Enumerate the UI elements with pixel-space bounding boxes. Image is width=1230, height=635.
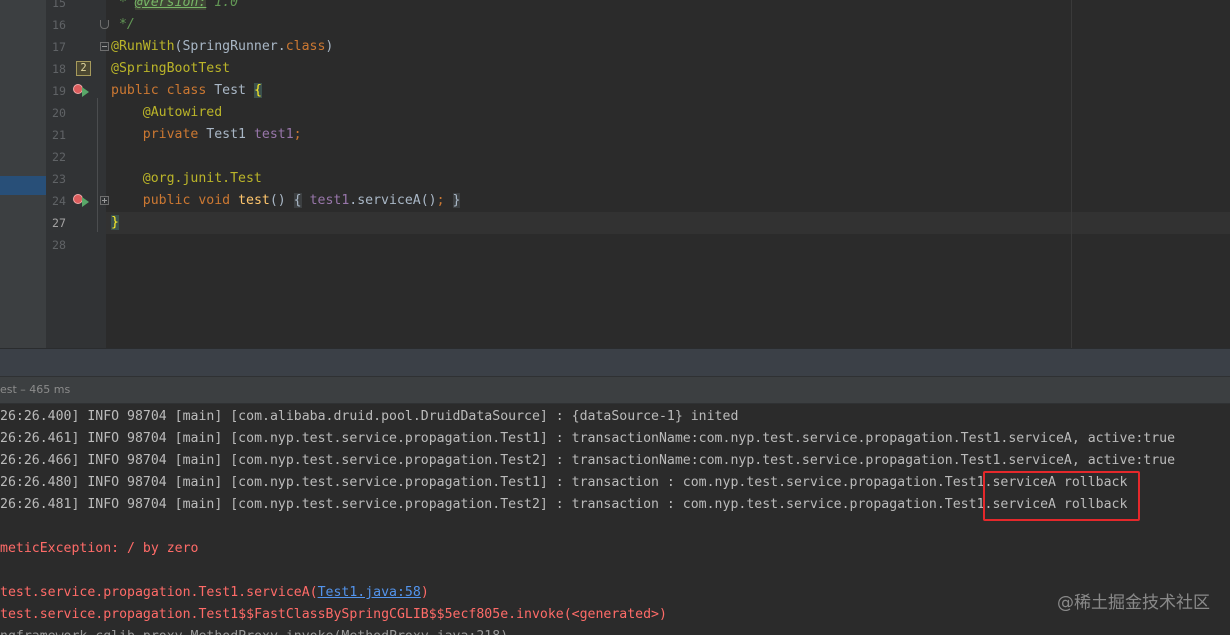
console-log-line: 26:26.461] INFO 98704 [main] [com.nyp.te… [0, 431, 1176, 446]
code-line-17: @RunWith(SpringRunner.class) [111, 36, 1061, 58]
brace-open-matched: { [253, 83, 262, 98]
class-modifiers: public class [111, 83, 207, 98]
code-line-20: @Autowired [111, 102, 1061, 124]
source-file-link[interactable]: Test1.java:58 [318, 585, 421, 600]
play-icon [82, 197, 89, 207]
method-parens: () [269, 193, 286, 208]
editor-text-area[interactable]: * @version: 1.0 */ @RunWith(SpringRunner… [111, 0, 1061, 256]
field-name: test1 [253, 127, 294, 142]
javadoc-version-tag: @version: [134, 0, 207, 10]
line-number: 18 [52, 62, 66, 76]
project-tool-window [0, 0, 46, 348]
code-line-27: } [111, 212, 1061, 234]
semicolon: ; [436, 193, 445, 208]
line-number: 19 [52, 84, 66, 98]
line-number: 22 [52, 150, 66, 164]
fold-outline [97, 98, 98, 232]
code-line-16: */ [111, 14, 1061, 36]
stack-frame-text: test.service.propagation.Test1.serviceA( [0, 585, 318, 600]
fold-expand-icon[interactable] [100, 196, 109, 205]
code-editor-pane: 15 16 17 18 19 20 21 22 23 24 27 28 2 * … [0, 0, 1230, 348]
bookmark-mnemonic-icon[interactable]: 2 [76, 61, 91, 76]
right-margin-guide [1071, 0, 1072, 348]
annotation-springboottest: @SpringBootTest [111, 61, 231, 76]
field-type: Test1 [206, 127, 246, 142]
code-line-24: public void test() { test1.serviceA(); } [111, 190, 1061, 212]
line-number: 24 [52, 194, 66, 208]
fold-collapse-icon[interactable] [100, 42, 109, 51]
stack-trace-line-library: ngframework.cglib.proxy.MethodProxy.invo… [0, 626, 1230, 635]
fold-end-icon[interactable] [100, 20, 109, 29]
stack-trace-line: test.service.propagation.Test1.serviceA(… [0, 582, 1230, 604]
semicolon: ; [293, 127, 302, 142]
folded-brace-close[interactable]: } [452, 193, 461, 208]
private-keyword: private [142, 127, 199, 142]
javadoc-end: */ [118, 17, 135, 32]
run-test-class-button[interactable] [73, 84, 91, 98]
code-line-18: @SpringBootTest [111, 58, 1061, 80]
annotation-junit-test: @org.junit.Test [142, 171, 262, 186]
class-name: Test [214, 83, 246, 98]
stack-frame-close: ) [420, 585, 429, 600]
stack-trace-line: test.service.propagation.Test1$$FastClas… [0, 607, 667, 622]
line-number: 23 [52, 172, 66, 186]
line-number: 20 [52, 106, 66, 120]
test-duration-label[interactable]: est – 465 ms [0, 377, 70, 403]
play-icon [82, 87, 89, 97]
project-tree-selected-item[interactable] [0, 176, 46, 195]
method-name: test [238, 193, 270, 208]
annotation-runwith: @RunWith [111, 39, 175, 54]
folded-brace-open[interactable]: { [293, 193, 302, 208]
annotation-autowired: @Autowired [142, 105, 223, 120]
console-log-line: 26:26.400] INFO 98704 [main] [com.alibab… [0, 409, 739, 424]
code-line-19: public class Test { [111, 80, 1061, 102]
code-line-15: * @version: 1.0 [111, 0, 1061, 14]
watermark: @稀土掘金技术社区 [1057, 593, 1210, 613]
run-tool-window-header [0, 348, 1230, 376]
javadoc-version-value: 1.0 [214, 0, 239, 10]
line-number: 21 [52, 128, 66, 142]
highlight-annotation-box [983, 471, 1140, 521]
console-log-line: 26:26.466] INFO 98704 [main] [com.nyp.te… [0, 453, 1176, 468]
javadoc-star: * [118, 0, 127, 10]
annotation-args: (SpringRunner. [174, 39, 286, 54]
line-number: 16 [52, 18, 66, 32]
line-number-current: 27 [52, 216, 66, 230]
class-keyword: class [285, 39, 326, 54]
line-number: 17 [52, 40, 66, 54]
method-call: .serviceA() [349, 193, 437, 208]
line-numbers: 15 16 17 18 19 20 21 22 23 24 27 28 [46, 0, 66, 256]
run-test-method-button[interactable] [73, 194, 91, 208]
line-number: 28 [52, 238, 66, 252]
console-exception-line: meticException: / by zero [0, 541, 199, 556]
field-reference: test1 [309, 193, 350, 208]
method-modifiers: public void [142, 193, 231, 208]
code-line-23: @org.junit.Test [111, 168, 1061, 190]
test-results-row[interactable]: est – 465 ms [0, 376, 1230, 404]
brace-close-matched: } [111, 215, 119, 230]
line-number: 15 [52, 0, 66, 10]
paren-close: ) [325, 39, 334, 54]
code-line-21: private Test1 test1; [111, 124, 1061, 146]
